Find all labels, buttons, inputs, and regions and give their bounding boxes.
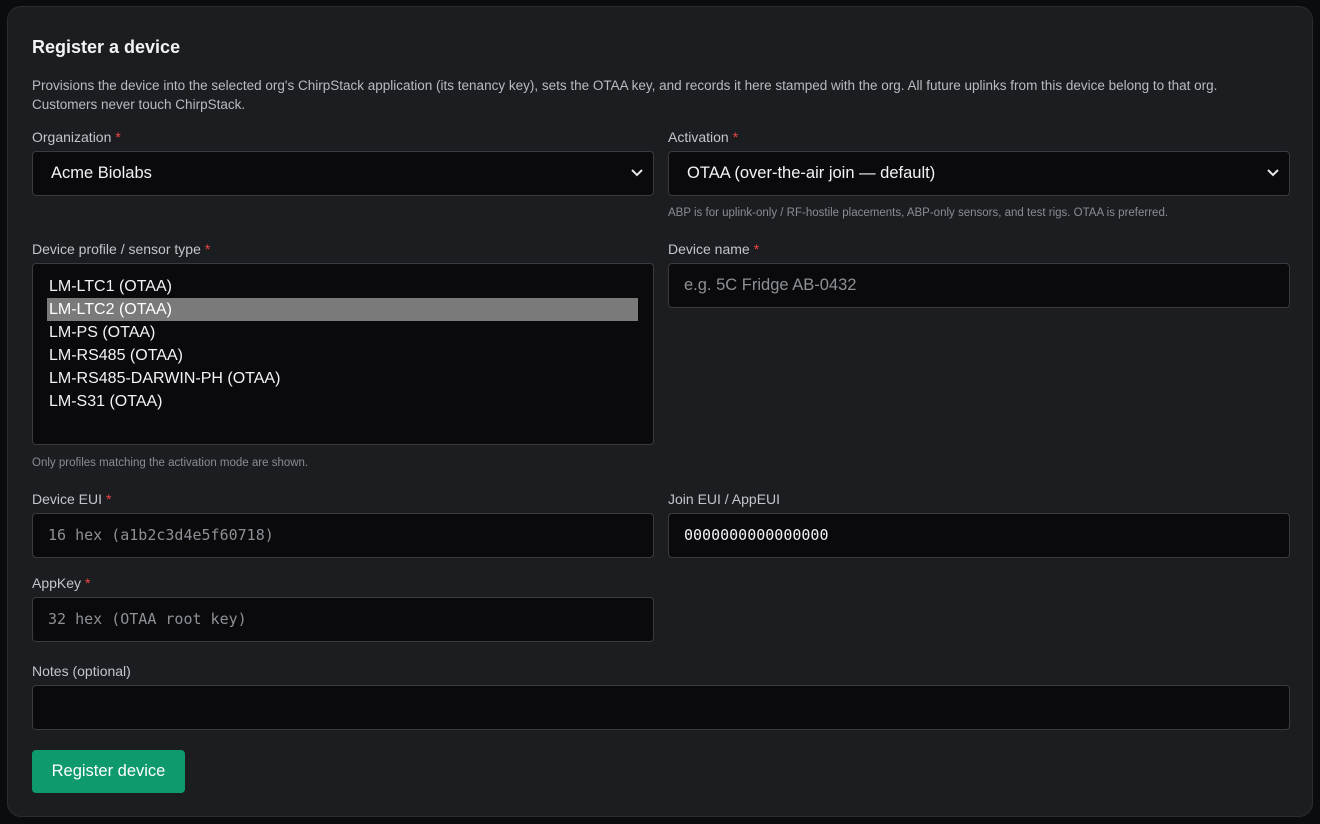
device-profile-listbox[interactable]: LM-LTC1 (OTAA) LM-LTC2 (OTAA) LM-PS (OTA… bbox=[32, 263, 654, 445]
chevron-down-icon bbox=[1267, 169, 1279, 177]
device-profile-option[interactable]: LM-RS485-DARWIN-PH (OTAA) bbox=[47, 367, 638, 390]
device-eui-label: Device EUI * bbox=[32, 491, 111, 507]
chevron-down-icon bbox=[631, 169, 643, 177]
activation-hint: ABP is for uplink-only / RF-hostile plac… bbox=[668, 207, 1169, 219]
app-key-label: AppKey * bbox=[32, 575, 91, 591]
required-marker: * bbox=[85, 575, 91, 591]
device-eui-label-text: Device EUI bbox=[32, 491, 103, 507]
device-eui-input[interactable]: 16 hex (a1b2c3d4e5f60718) bbox=[32, 513, 654, 558]
join-eui-label-text: Join EUI / AppEUI bbox=[668, 491, 781, 507]
notes-label: Notes (optional) bbox=[32, 663, 131, 679]
device-name-label: Device name * bbox=[668, 241, 759, 257]
join-eui-input[interactable]: 0000000000000000 bbox=[668, 513, 1290, 558]
organization-selected-value: Acme Biolabs bbox=[51, 164, 152, 182]
device-profile-option[interactable]: LM-PS (OTAA) bbox=[47, 321, 638, 344]
notes-label-text: Notes (optional) bbox=[32, 663, 131, 679]
organization-select[interactable]: Acme Biolabs bbox=[32, 151, 654, 196]
device-profile-option-selected[interactable]: LM-LTC2 (OTAA) bbox=[47, 298, 638, 321]
register-device-button[interactable]: Register device bbox=[32, 750, 185, 793]
organization-label-text: Organization bbox=[32, 129, 112, 145]
app-key-placeholder: 32 hex (OTAA root key) bbox=[48, 610, 247, 628]
required-marker: * bbox=[106, 491, 112, 507]
form-description: Provisions the device into the selected … bbox=[32, 78, 1218, 112]
activation-select[interactable]: OTAA (over-the-air join — default) bbox=[668, 151, 1290, 196]
required-marker: * bbox=[115, 129, 121, 145]
activation-selected-value: OTAA (over-the-air join — default) bbox=[687, 164, 936, 182]
device-profile-option[interactable]: LM-RS485 (OTAA) bbox=[47, 344, 638, 367]
form-title: Register a device bbox=[32, 37, 181, 57]
device-profile-label: Device profile / sensor type * bbox=[32, 241, 210, 257]
required-marker: * bbox=[732, 129, 739, 145]
required-marker: * bbox=[204, 241, 211, 257]
organization-label: Organization * bbox=[32, 129, 121, 145]
device-name-input[interactable]: e.g. 5C Fridge AB-0432 bbox=[668, 263, 1290, 308]
app-key-input[interactable]: 32 hex (OTAA root key) bbox=[32, 597, 654, 642]
device-profile-label-text: Device profile / sensor type bbox=[32, 241, 201, 257]
register-device-card: Register a device Provisions the device … bbox=[7, 6, 1313, 817]
join-eui-value: 0000000000000000 bbox=[684, 526, 829, 544]
device-name-placeholder: e.g. 5C Fridge AB-0432 bbox=[684, 276, 857, 294]
device-profile-hint: Only profiles matching the activation mo… bbox=[32, 457, 309, 469]
device-profile-option[interactable]: LM-S31 (OTAA) bbox=[47, 390, 638, 413]
device-eui-placeholder: 16 hex (a1b2c3d4e5f60718) bbox=[48, 526, 274, 544]
device-name-label-text: Device name bbox=[668, 241, 750, 257]
device-profile-option[interactable]: LM-LTC1 (OTAA) bbox=[47, 275, 638, 298]
app-key-label-text: AppKey bbox=[32, 575, 82, 591]
join-eui-label: Join EUI / AppEUI bbox=[668, 491, 780, 507]
activation-label-text: Activation bbox=[668, 129, 729, 145]
notes-input[interactable] bbox=[32, 685, 1290, 730]
activation-label: Activation * bbox=[668, 129, 738, 145]
required-marker: * bbox=[753, 241, 760, 257]
